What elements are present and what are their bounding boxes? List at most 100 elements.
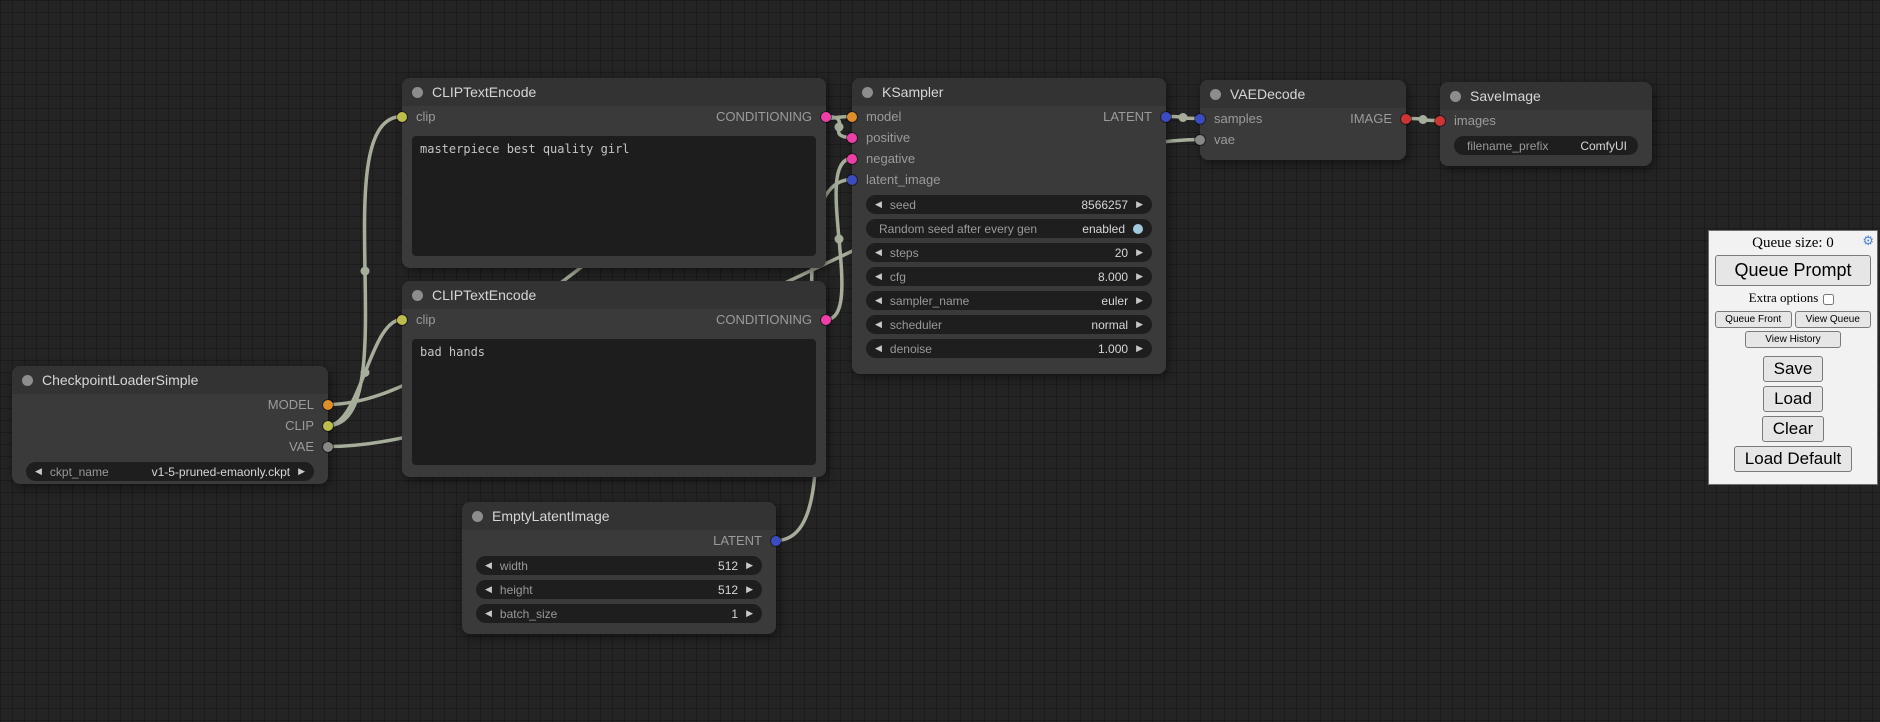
conditioning-output-dot[interactable]	[821, 112, 831, 122]
view-history-button[interactable]: View History	[1745, 331, 1842, 348]
node-title-bar[interactable]: EmptyLatentImage	[462, 502, 776, 530]
node-title-bar[interactable]: KSampler	[852, 78, 1166, 106]
conditioning-output-dot[interactable]	[821, 315, 831, 325]
latent-image-input-dot[interactable]	[847, 175, 857, 185]
widget-label: cfg	[890, 270, 906, 284]
widget-label: ckpt_name	[50, 465, 109, 479]
filename-prefix-widget[interactable]: filename_prefix ComfyUI	[1454, 136, 1638, 155]
increment-arrow-icon[interactable]: ▶	[1136, 320, 1143, 329]
prompt-textarea[interactable]: bad hands	[412, 339, 816, 465]
node-title-bar[interactable]: SaveImage	[1440, 82, 1652, 110]
slot-row-images: images	[1440, 110, 1652, 131]
node-title-bar[interactable]: CLIPTextEncode	[402, 78, 826, 106]
images-input-dot[interactable]	[1435, 116, 1445, 126]
negative-input-dot[interactable]	[847, 154, 857, 164]
vae-output-dot[interactable]	[323, 442, 333, 452]
image-output-dot[interactable]	[1401, 114, 1411, 124]
node-title-bar[interactable]: VAEDecode	[1200, 80, 1406, 108]
model-input-dot[interactable]	[847, 112, 857, 122]
view-queue-button[interactable]: View Queue	[1795, 311, 1872, 328]
samples-input-dot[interactable]	[1195, 114, 1205, 124]
increment-arrow-icon[interactable]: ▶	[1136, 200, 1143, 209]
node-collapse-dot[interactable]	[472, 511, 483, 522]
node-ksampler[interactable]: KSampler model LATENT positive negative …	[852, 78, 1166, 374]
scheduler-widget[interactable]: ◀ scheduler normal ▶	[866, 315, 1152, 334]
seed-widget[interactable]: ◀ seed 8566257 ▶	[866, 195, 1152, 214]
increment-arrow-icon[interactable]: ▶	[298, 467, 305, 476]
increment-arrow-icon[interactable]: ▶	[1136, 344, 1143, 353]
load-button[interactable]: Load	[1763, 386, 1823, 412]
clear-button[interactable]: Clear	[1762, 416, 1825, 442]
save-button[interactable]: Save	[1763, 356, 1824, 382]
node-checkpoint-loader-simple[interactable]: CheckpointLoaderSimple MODEL CLIP VAE ◀ …	[12, 366, 328, 484]
settings-gear-icon[interactable]: ⚙	[1862, 234, 1874, 249]
node-collapse-dot[interactable]	[1210, 89, 1221, 100]
node-title: SaveImage	[1470, 88, 1541, 104]
decrement-arrow-icon[interactable]: ◀	[485, 561, 492, 570]
width-widget[interactable]: ◀ width 512 ▶	[476, 556, 762, 575]
vae-input-dot[interactable]	[1195, 135, 1205, 145]
increment-arrow-icon[interactable]: ▶	[1136, 296, 1143, 305]
load-default-button[interactable]: Load Default	[1734, 446, 1852, 472]
decrement-arrow-icon[interactable]: ◀	[875, 320, 882, 329]
decrement-arrow-icon[interactable]: ◀	[875, 296, 882, 305]
prompt-textarea[interactable]: masterpiece best quality girl	[412, 136, 816, 256]
decrement-arrow-icon[interactable]: ◀	[35, 467, 42, 476]
positive-input-dot[interactable]	[847, 133, 857, 143]
node-clip-text-encode-negative[interactable]: CLIPTextEncode clip CONDITIONING bad han…	[402, 281, 826, 477]
batch-size-widget[interactable]: ◀ batch_size 1 ▶	[476, 604, 762, 623]
decrement-arrow-icon[interactable]: ◀	[875, 200, 882, 209]
decrement-arrow-icon[interactable]: ◀	[485, 609, 492, 618]
increment-arrow-icon[interactable]: ▶	[746, 561, 753, 570]
clip-input-dot[interactable]	[397, 315, 407, 325]
steps-widget[interactable]: ◀ steps 20 ▶	[866, 243, 1152, 262]
queue-front-button[interactable]: Queue Front	[1715, 311, 1792, 328]
decrement-arrow-icon[interactable]: ◀	[875, 272, 882, 281]
increment-arrow-icon[interactable]: ▶	[746, 585, 753, 594]
decrement-arrow-icon[interactable]: ◀	[485, 585, 492, 594]
node-empty-latent-image[interactable]: EmptyLatentImage LATENT ◀ width 512 ▶ ◀ …	[462, 502, 776, 634]
widget-value: 512	[533, 583, 738, 597]
increment-arrow-icon[interactable]: ▶	[1136, 248, 1143, 257]
node-collapse-dot[interactable]	[412, 290, 423, 301]
link-midpoint-dot[interactable]	[835, 123, 844, 132]
slot-row-positive: positive	[852, 127, 1166, 148]
node-vae-decode[interactable]: VAEDecode samples IMAGE vae	[1200, 80, 1406, 160]
node-collapse-dot[interactable]	[412, 87, 423, 98]
link-midpoint-dot[interactable]	[361, 267, 370, 276]
random-seed-toggle-widget[interactable]: Random seed after every gen enabled	[866, 219, 1152, 238]
node-clip-text-encode-positive[interactable]: CLIPTextEncode clip CONDITIONING masterp…	[402, 78, 826, 268]
node-save-image[interactable]: SaveImage images filename_prefix ComfyUI	[1440, 82, 1652, 166]
queue-prompt-button[interactable]: Queue Prompt	[1715, 255, 1871, 286]
input-slot-label: vae	[1214, 132, 1235, 147]
input-slot-label: images	[1454, 113, 1496, 128]
denoise-widget[interactable]: ◀ denoise 1.000 ▶	[866, 339, 1152, 358]
toggle-enabled-dot[interactable]	[1133, 224, 1143, 234]
widget-value: normal	[942, 318, 1128, 332]
increment-arrow-icon[interactable]: ▶	[1136, 272, 1143, 281]
model-output-dot[interactable]	[323, 400, 333, 410]
height-widget[interactable]: ◀ height 512 ▶	[476, 580, 762, 599]
latent-output-dot[interactable]	[1161, 112, 1171, 122]
cfg-widget[interactable]: ◀ cfg 8.000 ▶	[866, 267, 1152, 286]
ckpt-name-combo-widget[interactable]: ◀ ckpt_name v1-5-pruned-emaonly.ckpt ▶	[26, 462, 314, 481]
widget-value: v1-5-pruned-emaonly.ckpt	[109, 465, 290, 479]
node-collapse-dot[interactable]	[22, 375, 33, 386]
decrement-arrow-icon[interactable]: ◀	[875, 344, 882, 353]
link-midpoint-dot[interactable]	[1419, 115, 1428, 124]
link-midpoint-dot[interactable]	[361, 368, 370, 377]
sampler-name-widget[interactable]: ◀ sampler_name euler ▶	[866, 291, 1152, 310]
clip-input-dot[interactable]	[397, 112, 407, 122]
node-title-bar[interactable]: CLIPTextEncode	[402, 281, 826, 309]
extra-options-checkbox[interactable]	[1823, 294, 1834, 305]
latent-output-dot[interactable]	[771, 536, 781, 546]
increment-arrow-icon[interactable]: ▶	[746, 609, 753, 618]
node-collapse-dot[interactable]	[862, 87, 873, 98]
link-midpoint-dot[interactable]	[1179, 113, 1188, 122]
link-midpoint-dot[interactable]	[835, 235, 844, 244]
node-title: EmptyLatentImage	[492, 508, 610, 524]
clip-output-dot[interactable]	[323, 421, 333, 431]
node-collapse-dot[interactable]	[1450, 91, 1461, 102]
node-title-bar[interactable]: CheckpointLoaderSimple	[12, 366, 328, 394]
decrement-arrow-icon[interactable]: ◀	[875, 248, 882, 257]
